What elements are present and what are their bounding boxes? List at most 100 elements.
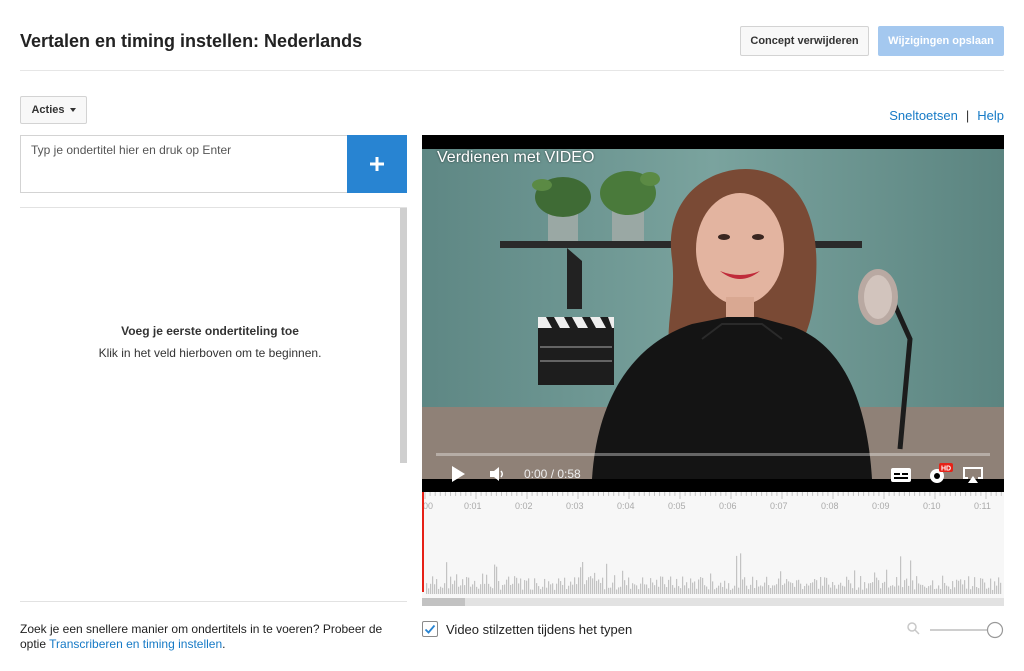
header-links: Sneltoetsen | Help — [889, 108, 1004, 123]
list-scrollbar[interactable] — [400, 208, 407, 463]
waveform-bar — [518, 583, 520, 594]
waveform-bar — [618, 587, 620, 594]
waveform-bar — [990, 578, 992, 594]
waveform-bar — [594, 572, 596, 594]
waveform-bar — [664, 584, 666, 594]
waveform-bar — [736, 555, 738, 594]
zoom-slider[interactable] — [906, 620, 1006, 640]
waveform-bar — [758, 586, 760, 594]
waveform-bar — [782, 584, 784, 594]
waveform-bar — [910, 560, 912, 594]
waveform-bar — [866, 588, 868, 594]
waveform-bar — [608, 587, 610, 594]
timeline-ruler — [424, 492, 1002, 499]
help-link[interactable]: Help — [977, 108, 1004, 123]
waveform-bar — [832, 581, 834, 594]
waveform-bar — [452, 584, 454, 594]
waveform-bar — [738, 587, 740, 594]
waveform-bar — [812, 582, 814, 594]
settings-hd-icon[interactable]: HD — [927, 463, 953, 485]
transcribe-hint: Zoek je een snellere manier om ondertite… — [20, 622, 410, 652]
waveform-bar — [872, 582, 874, 594]
subtitle-input[interactable]: Typ je ondertitel hier en druk op Enter — [20, 135, 348, 193]
pause-label: Video stilzetten tijdens het typen — [446, 621, 633, 637]
waveform-bar — [972, 586, 974, 594]
timeline-label: 0:04 — [617, 501, 635, 511]
actions-dropdown[interactable]: Acties — [20, 96, 87, 124]
waveform-bar — [944, 582, 946, 594]
waveform-bar — [970, 589, 972, 594]
waveform-bar — [486, 574, 488, 594]
timeline-scroll-thumb[interactable] — [422, 598, 465, 606]
waveform-bar — [722, 586, 724, 594]
waveform-bar — [902, 587, 904, 594]
timeline-editor[interactable]: 00 0:01 0:02 0:03 0:04 0:05 0:06 0:07 0:08 0:09 0:… — [422, 492, 1004, 606]
waveform-bar — [834, 585, 836, 594]
waveform-bar — [940, 588, 942, 594]
play-icon[interactable] — [450, 465, 466, 483]
waveform-bar — [556, 583, 558, 594]
waveform-bar — [818, 588, 820, 594]
waveform-bar — [856, 589, 858, 594]
waveform-bar — [558, 578, 560, 594]
waveform-bar — [644, 584, 646, 594]
save-changes-button[interactable]: Wijzigingen opslaan — [878, 26, 1004, 56]
waveform-bar — [784, 583, 786, 594]
video-player[interactable]: Verdienen met VIDEO 0:00 / 0:58 HD — [422, 135, 1004, 492]
zoom-search-icon — [907, 622, 920, 635]
waveform-bar — [716, 587, 718, 594]
waveform-bar — [766, 576, 768, 594]
waveform-bar — [502, 584, 504, 594]
airplay-icon[interactable] — [962, 466, 984, 484]
volume-icon[interactable] — [488, 465, 506, 483]
pause-option[interactable]: Video stilzetten tijdens het typen — [422, 621, 632, 637]
subtitle-list: Voeg je eerste ondertiteling toe Klik in… — [20, 207, 407, 602]
waveform-bar — [938, 585, 940, 594]
waveform-bar — [734, 585, 736, 594]
waveform-bar — [916, 576, 918, 594]
timeline-label: 0:03 — [566, 501, 584, 511]
transcribe-link[interactable]: Transcriberen en timing instellen — [49, 637, 222, 651]
waveform-bar — [816, 580, 818, 594]
waveform-bar — [634, 584, 636, 594]
waveform-bar — [604, 589, 606, 594]
waveform-bar — [680, 588, 682, 594]
captions-icon[interactable] — [891, 468, 911, 482]
pause-checkbox[interactable] — [422, 621, 438, 637]
timeline-label: 0:09 — [872, 501, 890, 511]
waveform-bar — [656, 579, 658, 594]
waveform-bar — [958, 580, 960, 594]
waveform-bar — [430, 583, 432, 594]
waveform-bar — [576, 584, 578, 594]
waveform-bar — [524, 580, 526, 594]
checkmark-icon — [424, 624, 436, 634]
timeline-scrollbar[interactable] — [422, 598, 1004, 606]
waveform-bar — [742, 579, 744, 594]
waveform-bar — [796, 580, 798, 594]
timeline-label: 0:02 — [515, 501, 533, 511]
waveform-bar — [546, 587, 548, 594]
waveform-bar — [966, 588, 968, 594]
waveform-bar — [542, 586, 544, 594]
delete-draft-button[interactable]: Concept verwijderen — [740, 26, 869, 56]
waveform-bar — [528, 578, 530, 594]
video-progress-bar[interactable] — [436, 453, 990, 456]
waveform-bar — [684, 585, 686, 594]
waveform-bar — [792, 583, 794, 594]
waveform-bar — [568, 585, 570, 594]
timeline-playhead[interactable] — [422, 492, 424, 592]
waveform-bar — [740, 553, 742, 594]
waveform-bar — [646, 584, 648, 594]
waveform-bar — [698, 579, 700, 594]
waveform-bar — [478, 588, 480, 594]
shortcuts-link[interactable]: Sneltoetsen — [889, 108, 958, 123]
waveform-bar — [998, 577, 1000, 594]
waveform-bar — [522, 589, 524, 594]
add-subtitle-button[interactable] — [347, 135, 407, 193]
waveform-bar — [904, 580, 906, 594]
waveform-bar — [598, 579, 600, 594]
waveform-bar — [682, 576, 684, 594]
waveform-bar — [952, 581, 954, 594]
waveform-bar — [876, 577, 878, 594]
waveform-bar — [438, 588, 440, 594]
